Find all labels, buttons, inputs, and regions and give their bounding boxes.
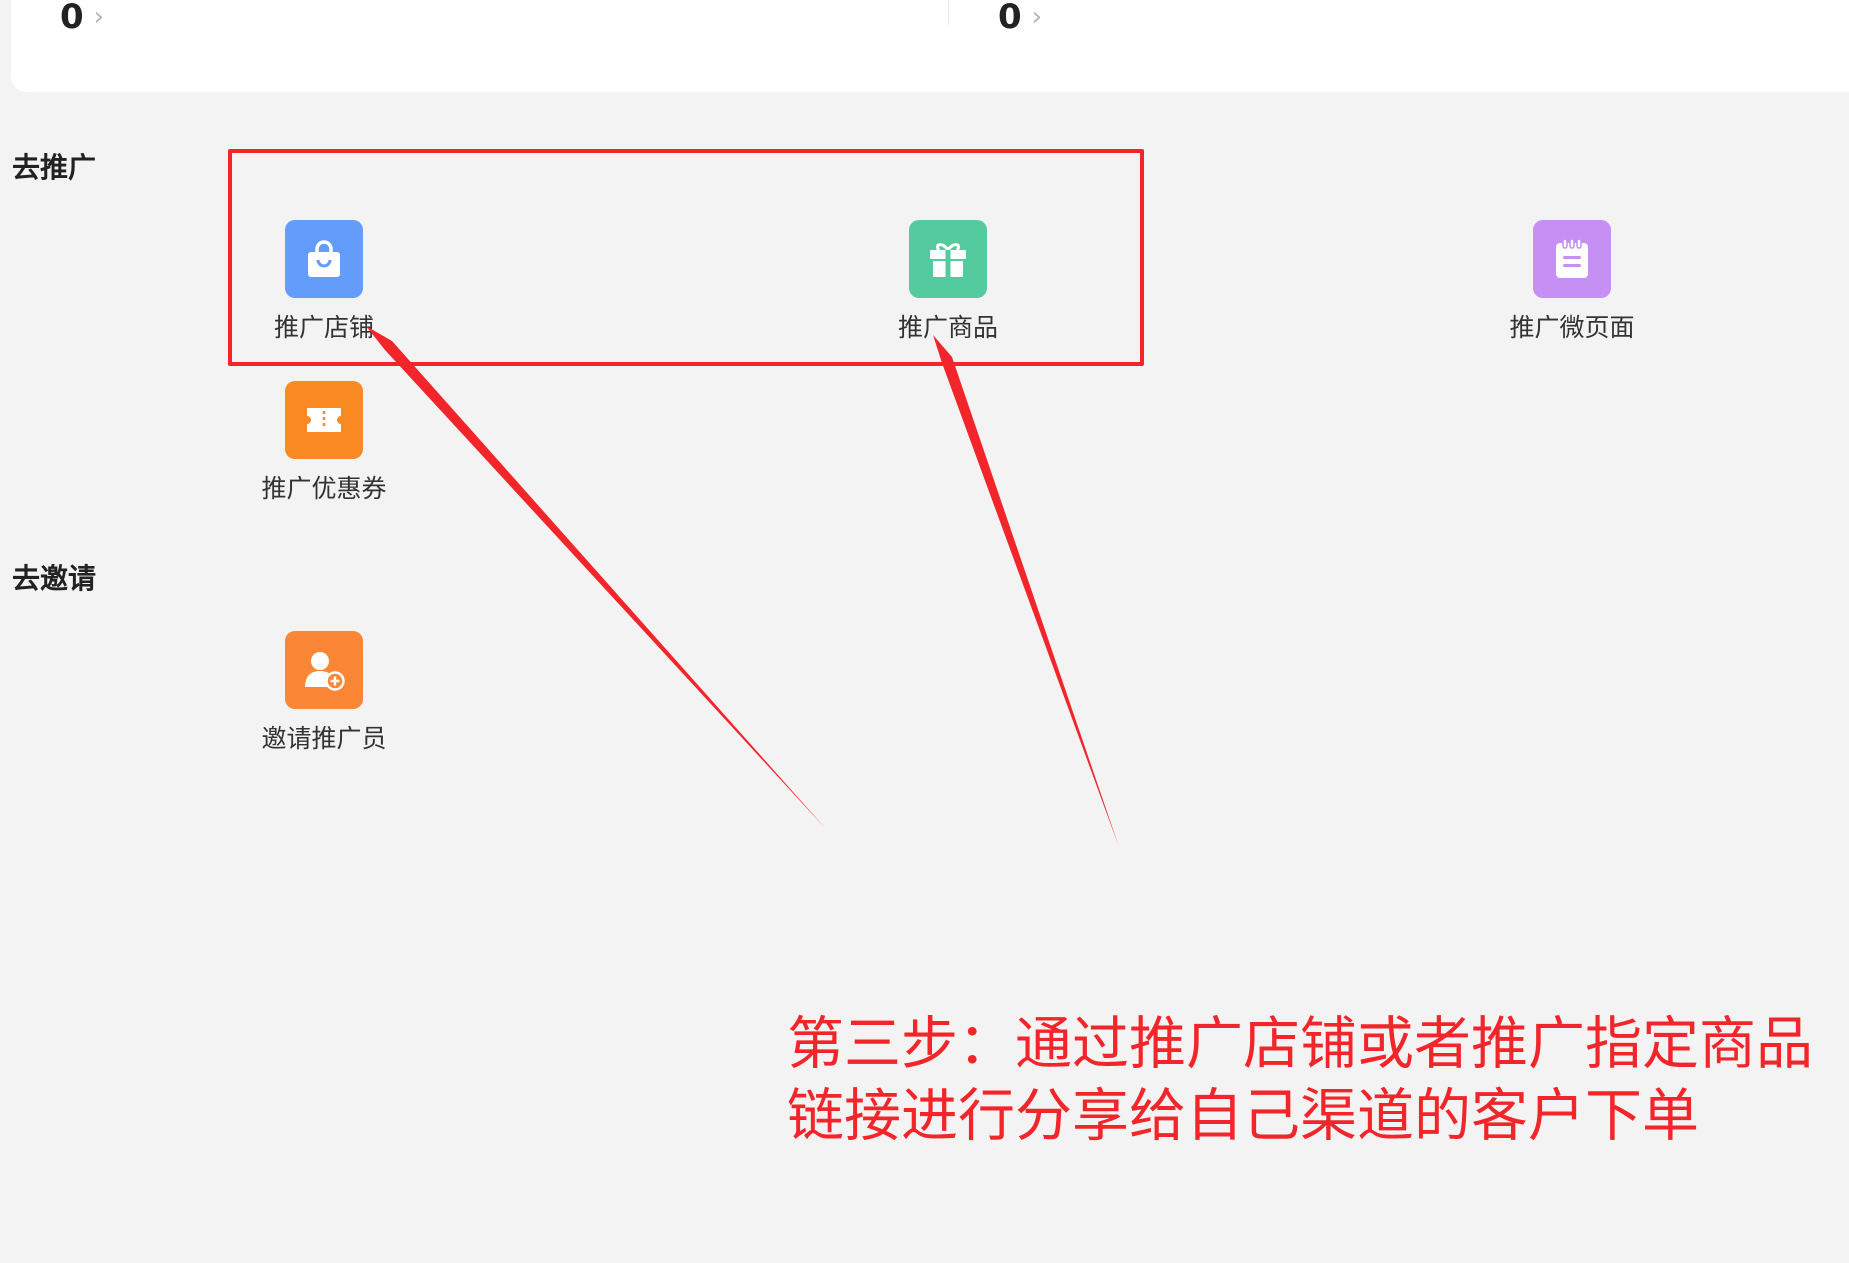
promote-micropage-button[interactable]: 推广微页面 [1492,220,1652,344]
stats-card [11,0,1849,92]
stat-item-2[interactable]: 0 › [998,0,1042,34]
annotation-caption-line2: 链接进行分享给自己渠道的客户下单 [787,1083,1699,1149]
arrow-to-promote-product [933,335,1119,847]
arrow-to-promote-store [366,326,826,829]
tool-label: 推广微页面 [1509,313,1635,342]
section-title-promote: 去推广 [12,151,97,184]
chevron-right-icon: › [93,2,105,32]
stat-item-1[interactable]: 0 › [60,0,104,34]
annotation-highlight-box [228,149,1144,366]
notepad-icon [1533,220,1611,298]
chevron-right-icon: › [1031,2,1043,32]
invite-promoter-button[interactable]: 邀请推广员 [244,631,404,755]
stat-value: 0 [998,0,1022,37]
stat-divider [948,0,949,25]
tool-label: 邀请推广员 [261,724,387,753]
tool-label: 推广优惠券 [261,474,387,503]
ticket-icon [285,381,363,459]
stat-value: 0 [60,0,84,37]
section-title-invite: 去邀请 [12,562,97,595]
annotation-caption: 第三步：通过推广店铺或者推广指定商品 链接进行分享给自己渠道的客户下单 [787,1008,1813,1152]
promote-coupon-button[interactable]: 推广优惠券 [244,381,404,505]
add-user-icon [285,631,363,709]
annotation-caption-line1: 第三步：通过推广店铺或者推广指定商品 [787,1011,1813,1077]
